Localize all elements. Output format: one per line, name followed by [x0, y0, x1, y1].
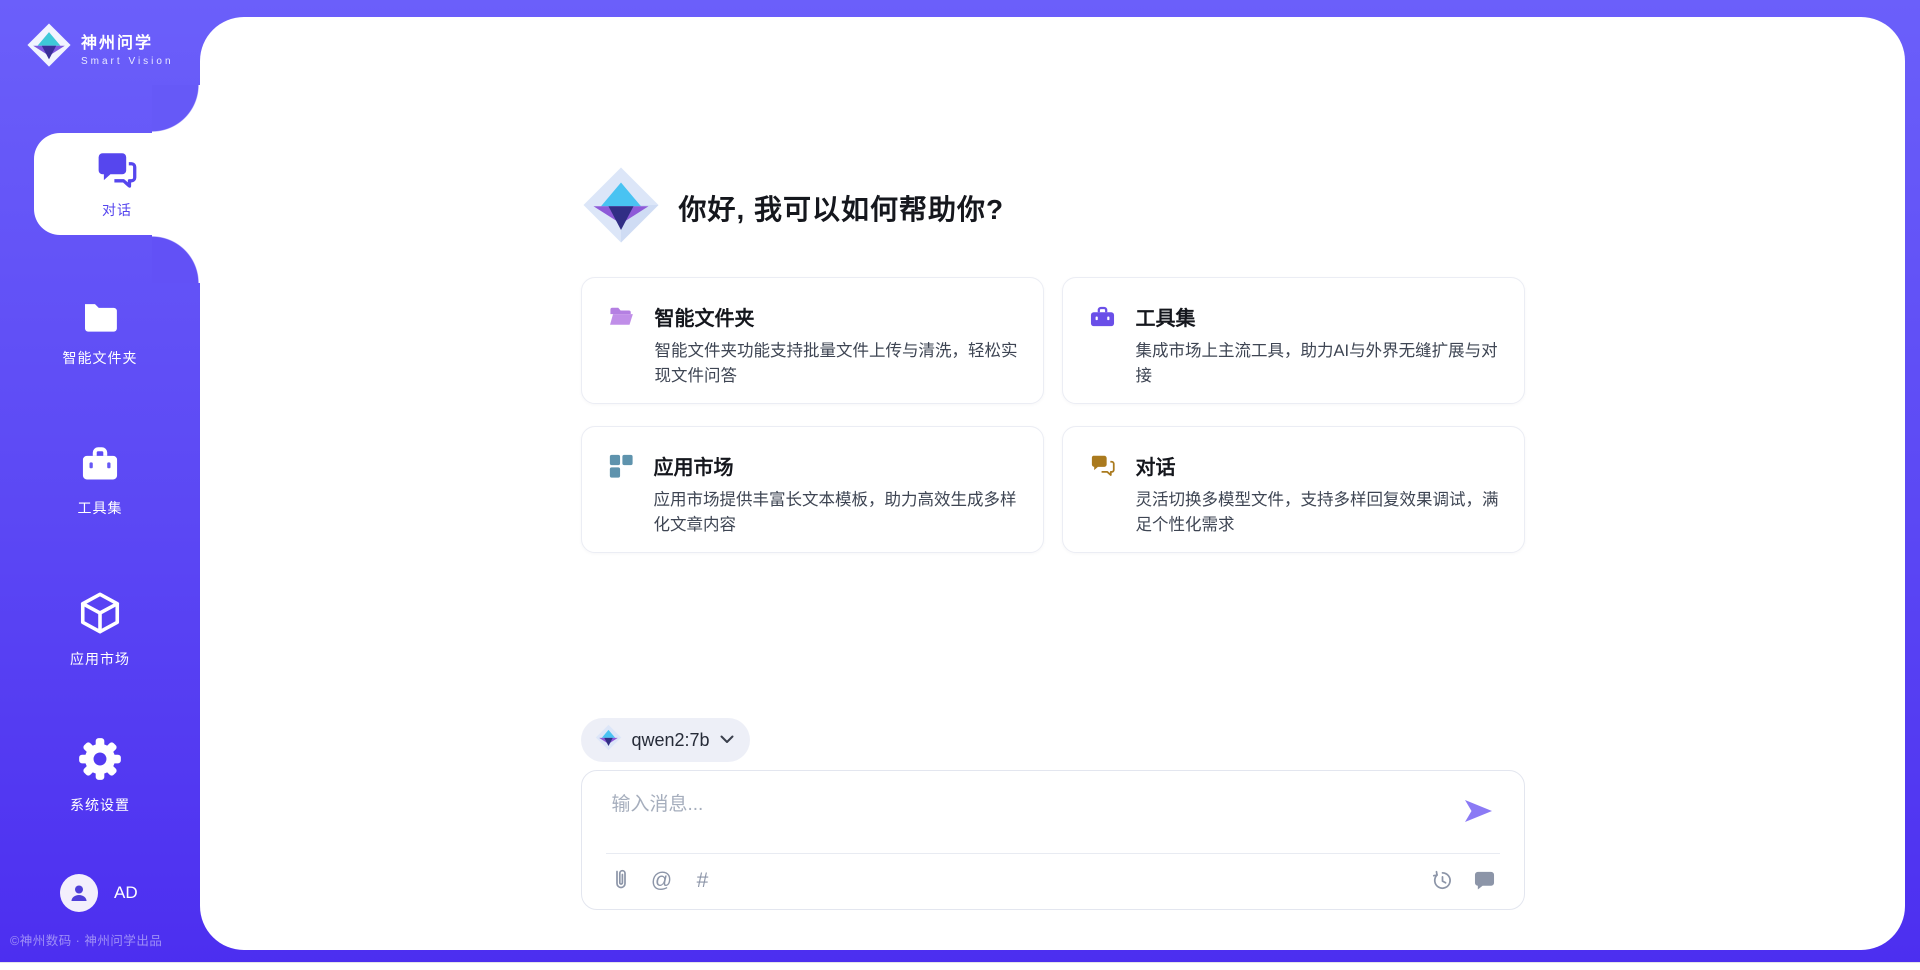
card-title: 对话: [1136, 451, 1511, 480]
greeting-block: 你好, 我可以如何帮助你?: [581, 165, 1005, 250]
sidebar-item-label: 对话: [34, 200, 200, 220]
card-smart-folder[interactable]: 智能文件夹 智能文件夹功能支持批量文件上传与清洗，轻松实现文件问答: [581, 277, 1044, 404]
gear-icon: [0, 736, 200, 787]
card-description: 智能文件夹功能支持批量文件上传与清洗，轻松实现文件问答: [655, 339, 1030, 389]
briefcase-icon: [1089, 304, 1116, 333]
send-icon[interactable]: [1462, 795, 1494, 827]
brand-diamond-icon: [26, 22, 72, 73]
message-input[interactable]: [610, 787, 1454, 847]
app-window: 神州问学 Smart Vision 对话: [0, 0, 1920, 970]
app-logo-diamond-icon: [581, 165, 661, 250]
grid-icon: [608, 453, 634, 484]
card-chat[interactable]: 对话 灵活切换多模型文件，支持多样回复效果调试，满足个性化需求: [1062, 426, 1525, 553]
briefcase-icon: [0, 445, 200, 490]
folder-icon: [0, 297, 200, 340]
sidebar-item-label: 应用市场: [70, 651, 130, 667]
copyright-text: ©神州数码 · 神州问学出品: [10, 930, 200, 949]
user-initials: AD: [114, 883, 138, 903]
card-title: 应用市场: [654, 451, 1029, 480]
card-title: 工具集: [1136, 302, 1511, 331]
history-icon[interactable]: [1430, 867, 1456, 893]
card-description: 灵活切换多模型文件，支持多样回复效果调试，满足个性化需求: [1136, 488, 1511, 538]
sidebar-item-smart-folder[interactable]: 智能文件夹: [0, 297, 200, 368]
folder-open-icon: [608, 304, 635, 333]
chat-bubbles-icon: [1089, 453, 1116, 482]
cube-icon: [0, 590, 200, 641]
composer-divider: [606, 853, 1500, 854]
model-name: qwen2:7b: [632, 730, 710, 751]
sidebar-item-label: 工具集: [78, 500, 123, 516]
feature-cards: 智能文件夹 智能文件夹功能支持批量文件上传与清洗，轻松实现文件问答: [581, 277, 1525, 553]
card-description: 应用市场提供丰富长文本模板，助力高效生成多样化文章内容: [654, 488, 1029, 538]
tab-curve-top: [152, 85, 200, 133]
mention-icon[interactable]: @: [649, 867, 675, 893]
card-toolset[interactable]: 工具集 集成市场上主流工具，助力AI与外界无缝扩展与对接: [1062, 277, 1525, 404]
sidebar-item-label: 智能文件夹: [63, 350, 138, 366]
brand-logo: 神州问学 Smart Vision: [26, 22, 174, 73]
sidebar: 神州问学 Smart Vision 对话: [0, 0, 200, 970]
tab-curve-bottom: [152, 235, 200, 283]
chat-bubbles-icon: [96, 176, 138, 193]
avatar: [60, 874, 98, 912]
main-panel: 你好, 我可以如何帮助你? 智能文件夹 智能文件夹功能支持批量文件上传与清洗，轻…: [200, 17, 1905, 950]
message-composer: @ #: [581, 770, 1525, 910]
chat-bubble-icon[interactable]: [1472, 867, 1498, 893]
bottom-strip: [0, 962, 1920, 970]
hashtag-icon[interactable]: #: [690, 867, 716, 893]
chevron-down-icon: [720, 731, 734, 749]
sidebar-item-app-market[interactable]: 应用市场: [0, 590, 200, 669]
brand-name: 神州问学: [81, 29, 174, 53]
greeting-title: 你好, 我可以如何帮助你?: [679, 188, 1005, 228]
brand-subtitle: Smart Vision: [81, 56, 174, 67]
card-title: 智能文件夹: [655, 302, 1030, 331]
model-selector[interactable]: qwen2:7b: [581, 718, 750, 762]
sidebar-item-settings[interactable]: 系统设置: [0, 736, 200, 815]
card-app-market[interactable]: 应用市场 应用市场提供丰富长文本模板，助力高效生成多样化文章内容: [581, 426, 1044, 553]
attachment-icon[interactable]: [608, 867, 634, 893]
sidebar-item-label: 系统设置: [70, 797, 130, 813]
sidebar-item-toolset[interactable]: 工具集: [0, 445, 200, 518]
card-description: 集成市场上主流工具，助力AI与外界无缝扩展与对接: [1136, 339, 1511, 389]
model-diamond-icon: [595, 724, 622, 756]
user-profile[interactable]: AD: [60, 874, 138, 912]
sidebar-item-chat[interactable]: 对话: [34, 133, 200, 235]
